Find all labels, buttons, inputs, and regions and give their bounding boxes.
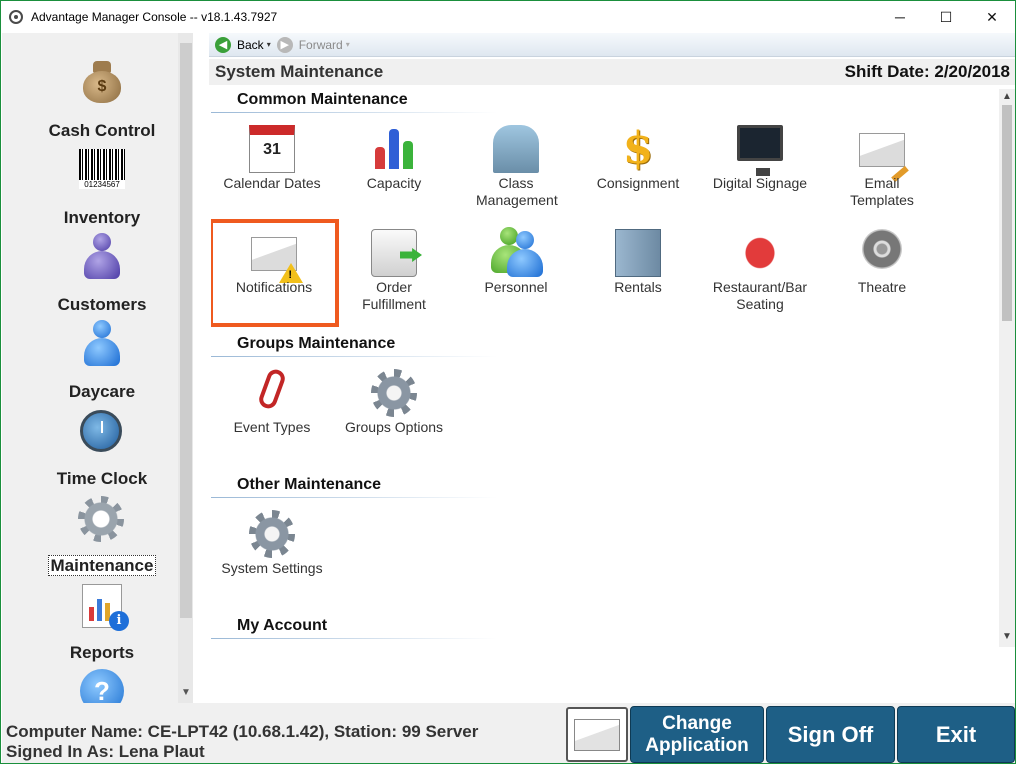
dropdown-arrow-icon[interactable]: ▾ (267, 40, 271, 49)
signed-in-text: Signed In As: Lena Plaut (6, 742, 205, 761)
monitor-icon (737, 125, 783, 176)
page-title: System Maintenance (215, 62, 384, 81)
back-button[interactable]: ◀ Back ▾ (215, 36, 271, 53)
forward-button[interactable]: ▶ Forward ▾ (276, 36, 350, 53)
app-logo-icon (9, 10, 23, 24)
sidebar-item-cash-control[interactable]: Cash Control (2, 121, 193, 141)
maintenance-content: Common Maintenance 31 Calendar Dates Cap… (211, 89, 997, 647)
barcode-number: 01234567 (79, 180, 125, 189)
shift-date: Shift Date: 2/20/2018 (844, 62, 1010, 81)
person-icon[interactable] (82, 320, 122, 368)
sidebar: $ Cash Control 01234567 Inventory Custom… (2, 33, 193, 703)
money-bag-icon[interactable]: $ (83, 61, 121, 103)
chevron-down-icon[interactable]: ▼ (999, 631, 1015, 645)
tile-capacity[interactable]: Capacity (333, 119, 455, 219)
dollar-icon: $ (622, 123, 654, 174)
notification-warning-icon: ! (251, 229, 303, 283)
tile-theatre[interactable]: Theatre (821, 223, 943, 323)
tile-calendar-dates[interactable]: 31 Calendar Dates (211, 119, 333, 219)
help-icon[interactable]: ? (80, 669, 124, 703)
clock-icon[interactable] (80, 410, 122, 452)
window-title: Advantage Manager Console -- v18.1.43.79… (31, 10, 278, 24)
main-panel: ◀ Back ▾ ▶ Forward ▾ System Maintenance … (209, 33, 1015, 703)
tile-class-management[interactable]: Class Management (455, 119, 577, 219)
title-bar: Advantage Manager Console -- v18.1.43.79… (1, 1, 1015, 33)
tile-rentals[interactable]: Rentals (577, 223, 699, 323)
calendar-icon: 31 (249, 125, 295, 173)
chevron-up-icon[interactable]: ▲ (999, 91, 1015, 105)
forward-label: Forward (298, 37, 343, 52)
gear-edit-icon (371, 369, 417, 417)
locker-icon (615, 229, 661, 277)
envelope-icon (574, 718, 620, 751)
change-application-button[interactable]: Change Application (630, 706, 764, 763)
tile-system-settings[interactable]: System Settings (211, 504, 333, 604)
content-scrollbar[interactable]: ▲ ▼ (999, 89, 1015, 647)
exit-button[interactable]: Exit (897, 706, 1015, 763)
tile-event-types[interactable]: Event Types (211, 363, 333, 463)
tile-personnel[interactable]: Personnel (455, 223, 577, 323)
sidebar-item-customers[interactable]: Customers (2, 295, 193, 315)
minimize-button[interactable]: ─ (877, 1, 923, 33)
sidebar-item-daycare[interactable]: Daycare (2, 382, 193, 402)
person-icon[interactable] (82, 233, 122, 281)
sidebar-list: $ Cash Control 01234567 Inventory Custom… (2, 33, 177, 703)
sidebar-item-inventory[interactable]: Inventory (2, 208, 193, 228)
section-common-maintenance: Common Maintenance (211, 89, 511, 113)
close-button[interactable]: ✕ (969, 1, 1015, 33)
computer-name-text: Computer Name: CE-LPT42 (10.68.1.42), St… (6, 722, 479, 741)
sidebar-scrollbar[interactable]: ▼ (178, 33, 193, 703)
content-scroll-thumb[interactable] (1002, 105, 1012, 321)
window-controls: ─ ☐ ✕ (877, 1, 1015, 33)
forward-arrow-icon: ▶ (276, 36, 293, 53)
app-window: Advantage Manager Console -- v18.1.43.79… (0, 0, 1016, 764)
navigation-bar: ◀ Back ▾ ▶ Forward ▾ (209, 33, 1015, 57)
gear-icon[interactable] (78, 496, 124, 542)
tile-restaurant-bar-seating[interactable]: Restaurant/Bar Seating (699, 223, 821, 323)
tile-order-fulfillment[interactable]: Order Fulfillment (333, 223, 455, 323)
tile-groups-options[interactable]: Groups Options (333, 363, 455, 463)
paperclip-icon (256, 367, 288, 411)
chevron-down-icon[interactable]: ▼ (178, 687, 193, 701)
tile-email-templates[interactable]: Email Templates (821, 119, 943, 219)
email-edit-icon (859, 125, 909, 183)
status-bar: Computer Name: CE-LPT42 (10.68.1.42), St… (2, 703, 1015, 763)
report-chart-icon[interactable]: i (82, 584, 129, 631)
bar-chart-icon (371, 125, 417, 173)
back-label: Back (237, 37, 264, 52)
tile-notifications[interactable]: ! Notifications (211, 219, 339, 327)
sidebar-item-reports[interactable]: Reports (2, 643, 193, 663)
sidebar-item-maintenance[interactable]: Maintenance (2, 555, 193, 576)
section-groups-maintenance: Groups Maintenance (211, 333, 511, 357)
page-header: System Maintenance Shift Date: 2/20/2018 (209, 59, 1015, 85)
section-my-account: My Account (211, 615, 511, 639)
table-seating-icon (737, 229, 783, 277)
section-other-maintenance: Other Maintenance (211, 474, 511, 498)
film-reel-icon (862, 229, 902, 269)
back-arrow-icon: ◀ (215, 36, 231, 53)
building-icon (493, 125, 539, 173)
sign-off-button[interactable]: Sign Off (766, 706, 895, 763)
tile-digital-signage[interactable]: Digital Signage (699, 119, 821, 219)
tile-consignment[interactable]: $ Consignment (577, 119, 699, 219)
sidebar-item-time-clock[interactable]: Time Clock (2, 469, 193, 489)
messages-button[interactable] (566, 707, 628, 762)
maximize-button[interactable]: ☐ (923, 1, 969, 33)
dropdown-arrow-icon[interactable]: ▾ (346, 40, 350, 49)
delivery-truck-icon (371, 229, 422, 277)
sidebar-scroll-thumb[interactable] (180, 43, 192, 618)
gear-icon (249, 510, 295, 558)
